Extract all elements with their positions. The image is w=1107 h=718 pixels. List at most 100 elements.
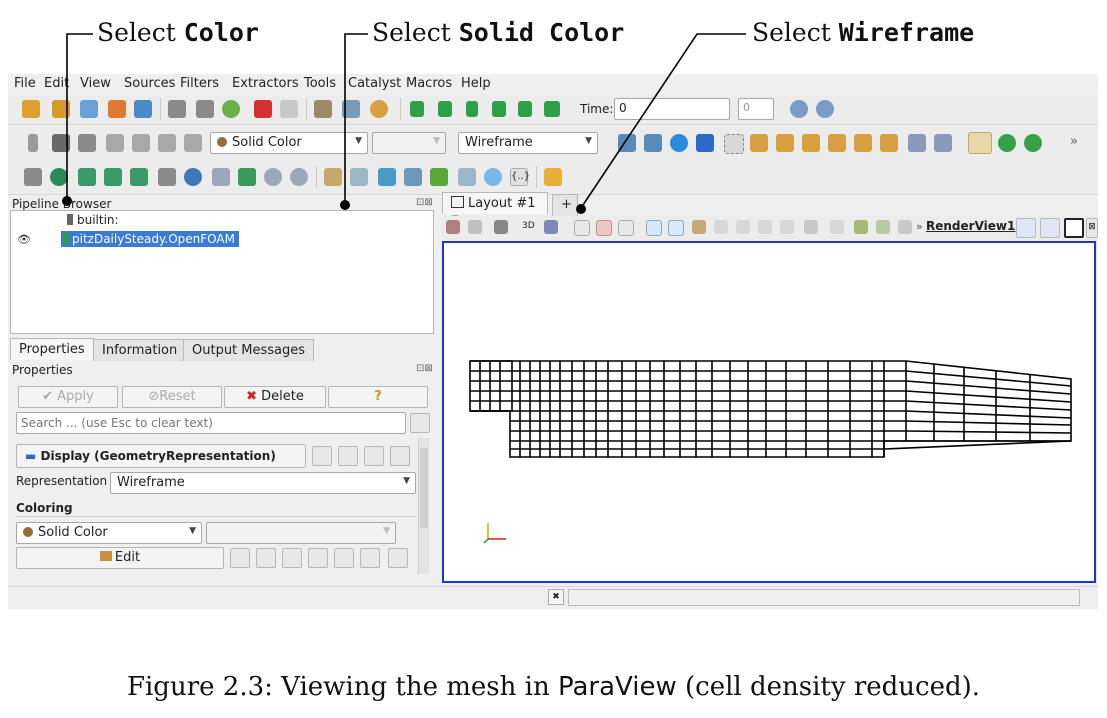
menu-extractors[interactable]: Extractors	[232, 76, 299, 91]
properties-search-input[interactable]: Search ... (use Esc to clear text)	[16, 412, 406, 434]
disconnect-icon[interactable]	[134, 100, 152, 118]
clip-icon[interactable]	[78, 168, 96, 186]
hover-cells-icon[interactable]	[736, 220, 750, 234]
rescale-visible-icon[interactable]	[334, 548, 354, 568]
reset-camera-closest-icon[interactable]	[644, 134, 662, 152]
apply-button[interactable]: ✔ Apply	[18, 386, 118, 408]
reload-properties-icon[interactable]	[364, 446, 384, 466]
capture-icon[interactable]	[446, 220, 460, 234]
rescale-temporal-icon[interactable]	[308, 548, 328, 568]
coloring-select[interactable]: Solid Color ▼	[16, 522, 202, 544]
pipeline-source-item[interactable]: pitzDailySteady.OpenFOAM	[61, 231, 239, 247]
threshold-icon[interactable]	[130, 168, 148, 186]
edit-color-button[interactable]: Edit	[16, 547, 224, 569]
rescale-temporal-icon[interactable]	[132, 134, 150, 152]
save-data-icon[interactable]	[80, 100, 98, 118]
rotate-minus-90-icon[interactable]	[934, 134, 952, 152]
properties-scrollbar[interactable]	[418, 438, 429, 574]
view-minus-x-icon[interactable]	[776, 134, 794, 152]
render-view-name[interactable]: RenderView1	[926, 219, 1015, 233]
play-icon[interactable]	[466, 101, 478, 117]
view-plus-y-icon[interactable]	[802, 134, 820, 152]
coloring-component-select[interactable]: ▼	[206, 522, 396, 544]
choose-preset-icon[interactable]	[388, 548, 408, 568]
python-calculator-icon[interactable]	[458, 168, 476, 186]
menu-view[interactable]: View	[80, 76, 111, 91]
programmable-filter-icon[interactable]: {..}	[510, 168, 530, 186]
adjust-camera-icon[interactable]	[544, 220, 558, 234]
advanced-settings-gear-icon[interactable]	[410, 413, 430, 433]
warp-icon[interactable]	[238, 168, 256, 186]
toggle-color-legend-icon[interactable]	[28, 134, 38, 152]
redo-icon[interactable]	[280, 100, 298, 118]
menu-filters[interactable]: Filters	[180, 76, 219, 91]
select-cells-icon[interactable]	[574, 220, 590, 236]
label-points-icon[interactable]	[854, 220, 868, 234]
representation-property-select[interactable]: Wireframe ▼	[110, 472, 416, 494]
zoom-icon[interactable]	[790, 100, 808, 118]
delete-button[interactable]: ✖ Delete	[224, 386, 326, 408]
close-view-icon[interactable]: ⊠	[1086, 218, 1098, 238]
stream-tracer-icon[interactable]	[212, 168, 230, 186]
time-input[interactable]: 0	[614, 98, 730, 120]
color-component-select[interactable]: ▼	[372, 132, 446, 154]
rescale-all-icon[interactable]	[184, 134, 202, 152]
zoom-to-data-icon[interactable]	[670, 134, 688, 152]
color-map-edit-icon[interactable]	[230, 548, 250, 568]
maximize-view-icon[interactable]	[1064, 218, 1084, 238]
scrollbar-thumb[interactable]	[420, 448, 428, 528]
edit-color-map-icon[interactable]	[52, 134, 70, 152]
eye-icon[interactable]: 👁	[17, 233, 31, 246]
time-index-spinbox[interactable]: 0	[738, 98, 774, 120]
calculator-icon[interactable]	[24, 168, 42, 186]
rescale-custom-range-icon[interactable]	[106, 134, 124, 152]
grow-selection-icon[interactable]	[758, 220, 772, 234]
zoom-data-icon[interactable]	[816, 100, 834, 118]
open-folder-icon[interactable]	[22, 100, 40, 118]
panel-float-close-icon[interactable]: ⊡⊠	[416, 363, 433, 374]
add-layout-tab[interactable]: +	[552, 194, 578, 216]
menu-catalyst[interactable]: Catalyst	[348, 76, 401, 91]
menu-help[interactable]: Help	[461, 76, 491, 91]
menu-sources[interactable]: Sources	[124, 76, 175, 91]
menu-file[interactable]: File	[14, 76, 36, 91]
show-legend-icon[interactable]	[360, 548, 380, 568]
view-toolbar-overflow-icon[interactable]: »	[916, 220, 923, 233]
shrink-selection-icon[interactable]	[780, 220, 794, 234]
copy-screenshot-icon[interactable]	[468, 220, 482, 234]
tab-layout-1[interactable]: Layout #1 ⊠	[442, 192, 548, 225]
load-state-icon[interactable]	[168, 100, 186, 118]
undo-icon[interactable]	[254, 100, 272, 118]
select-block-icon[interactable]	[646, 220, 662, 236]
find-data-icon[interactable]	[830, 220, 844, 234]
toolbar-overflow-icon[interactable]: »	[1070, 134, 1078, 149]
mesh-quality-icon[interactable]	[484, 168, 502, 186]
extract-subset-icon[interactable]	[158, 168, 176, 186]
zoom-to-box-icon[interactable]	[724, 134, 744, 154]
edit-labels-icon[interactable]	[898, 220, 912, 234]
glyph-icon[interactable]	[184, 168, 202, 186]
open-data-icon[interactable]	[52, 100, 70, 118]
zoom-closest-icon[interactable]	[696, 134, 714, 152]
rescale-custom-icon[interactable]	[282, 548, 302, 568]
loop-icon[interactable]	[544, 101, 560, 117]
plot-selection-icon[interactable]	[404, 168, 422, 186]
select-frustum-icon[interactable]	[618, 220, 634, 236]
representation-select[interactable]: Wireframe ▼	[458, 132, 598, 154]
orientation-axes-icon[interactable]	[968, 132, 992, 154]
first-frame-icon[interactable]	[410, 101, 424, 117]
menu-edit[interactable]: Edit	[44, 76, 69, 91]
reset-session-icon[interactable]	[222, 100, 240, 118]
probe-icon[interactable]	[324, 168, 342, 186]
pick-center-icon[interactable]	[1024, 134, 1042, 152]
panel-float-close-icon[interactable]: ⊡⊠	[416, 197, 433, 208]
pipeline-root[interactable]: builtin:	[67, 213, 119, 227]
paste-properties-icon[interactable]	[338, 446, 358, 466]
previous-frame-icon[interactable]	[438, 101, 452, 117]
slice-icon[interactable]	[104, 168, 122, 186]
select-points-icon[interactable]	[596, 220, 612, 236]
view-minus-y-icon[interactable]	[828, 134, 846, 152]
plot-data-icon[interactable]	[430, 168, 448, 186]
plot-over-line-icon[interactable]	[350, 168, 368, 186]
view-minus-z-icon[interactable]	[880, 134, 898, 152]
